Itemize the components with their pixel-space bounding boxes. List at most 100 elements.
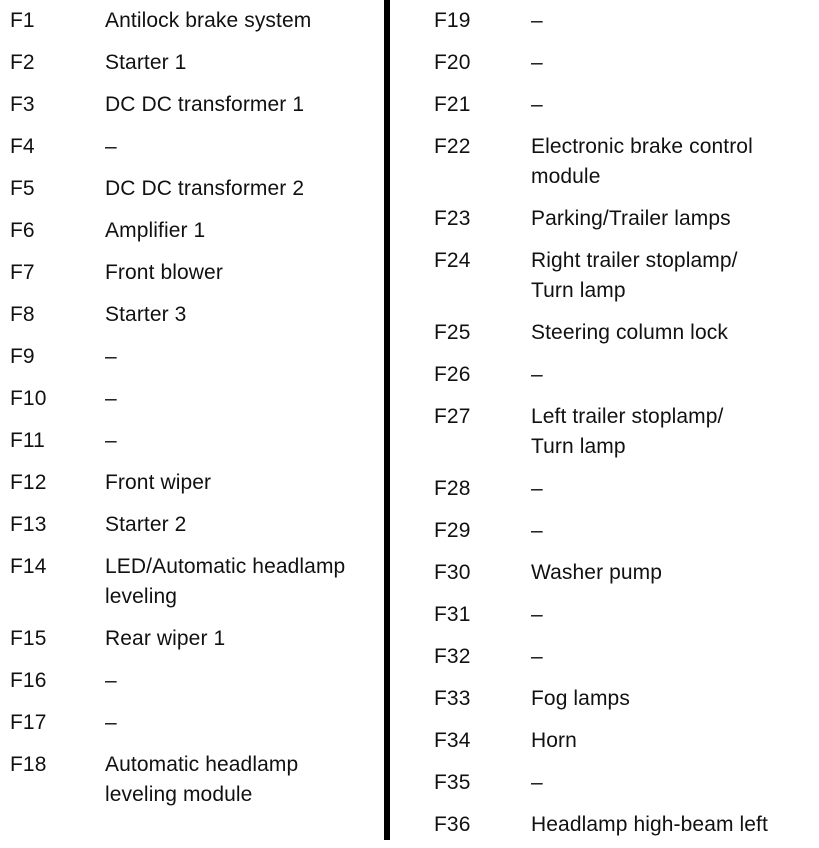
fuse-description: Antilock brake system	[105, 9, 312, 32]
fuse-label: F36	[434, 813, 471, 836]
fuse-row: F34 Horn	[424, 720, 814, 762]
fuse-label: F17	[10, 711, 47, 734]
fuse-description: Starter 2	[105, 513, 187, 536]
fuse-description: –	[105, 669, 117, 692]
fuse-description: –	[105, 345, 117, 368]
fuse-description: –	[105, 387, 117, 410]
fuse-label: F28	[434, 477, 471, 500]
fuse-label: F1	[10, 9, 35, 32]
fuse-label: F26	[434, 363, 471, 386]
fuse-label: F5	[10, 177, 35, 200]
fuse-description: Parking/Trailer lamps	[531, 207, 731, 230]
fuse-description: Starter 3	[105, 303, 187, 326]
fuse-description: –	[105, 711, 117, 734]
fuse-label: F12	[10, 471, 47, 494]
fuse-description: –	[531, 477, 543, 500]
fuse-row: F12 Front wiper	[0, 462, 378, 504]
fuse-row: F3 DC DC transformer 1	[0, 84, 378, 126]
column-divider	[384, 0, 390, 840]
fuse-description: Front wiper	[105, 471, 212, 494]
fuse-label: F4	[10, 135, 35, 158]
fuse-description: –	[531, 603, 543, 626]
fuse-description: –	[531, 9, 543, 32]
fuse-description: Rear wiper 1	[105, 627, 226, 650]
fuse-list-left: F1 Antilock brake system F2 Starter 1 F3 DC D…	[0, 0, 378, 816]
fuse-row: F28 –	[424, 468, 814, 510]
fuse-row: F13 Starter 2	[0, 504, 378, 546]
fuse-row: F25 Steering column lock	[424, 312, 814, 354]
fuse-row: F5 DC DC transformer 2	[0, 168, 378, 210]
fuse-row: F18 Automatic headlamp leveling module	[0, 744, 378, 816]
fuse-label: F2	[10, 51, 35, 74]
fuse-label: F27	[434, 405, 471, 428]
fuse-row: F9 –	[0, 336, 378, 378]
fuse-label: F18	[10, 753, 47, 776]
fuse-row: F36 Headlamp high-beam left	[424, 804, 814, 846]
fuse-description: Horn	[531, 729, 577, 752]
fuse-row: F32 –	[424, 636, 814, 678]
fuse-description: Right trailer stoplamp/ Turn lamp	[531, 249, 738, 302]
fuse-description: Starter 1	[105, 51, 187, 74]
fuse-row: F35 –	[424, 762, 814, 804]
fuse-row: F23 Parking/Trailer lamps	[424, 198, 814, 240]
fuse-label: F35	[434, 771, 471, 794]
fuse-description: Headlamp high-beam left	[531, 813, 768, 836]
fuse-row: F8 Starter 3	[0, 294, 378, 336]
fuse-description: Front blower	[105, 261, 223, 284]
fuse-label: F9	[10, 345, 35, 368]
fuse-row: F10 –	[0, 378, 378, 420]
fuse-description: –	[531, 645, 543, 668]
fuse-label: F30	[434, 561, 471, 584]
fuse-label: F7	[10, 261, 35, 284]
fuse-row: F20 –	[424, 42, 814, 84]
fuse-label: F31	[434, 603, 471, 626]
fuse-label: F16	[10, 669, 47, 692]
fuse-description: Amplifier 1	[105, 219, 206, 242]
fuse-row: F19 –	[424, 0, 814, 42]
fuse-label: F22	[434, 135, 471, 158]
fuse-row: F33 Fog lamps	[424, 678, 814, 720]
fuse-label: F24	[434, 249, 471, 272]
fuse-row: F17 –	[0, 702, 378, 744]
fuse-description: Left trailer stoplamp/ Turn lamp	[531, 405, 724, 458]
fuse-description: Automatic headlamp leveling module	[105, 753, 299, 806]
fuse-label: F10	[10, 387, 47, 410]
fuse-description: Electronic brake control module	[531, 135, 753, 188]
fuse-label: F3	[10, 93, 35, 116]
fuse-description: –	[531, 771, 543, 794]
fuse-row: F6 Amplifier 1	[0, 210, 378, 252]
fuse-label: F34	[434, 729, 471, 752]
fuse-description: –	[531, 51, 543, 74]
fuse-row: F14 LED/Automatic headlamp leveling	[0, 546, 378, 618]
fuse-row: F22 Electronic brake control module	[424, 126, 814, 198]
fuse-description: –	[105, 135, 117, 158]
fuse-description: Fog lamps	[531, 687, 630, 710]
fuse-row: F2 Starter 1	[0, 42, 378, 84]
fuse-row: F7 Front blower	[0, 252, 378, 294]
fuse-label: F21	[434, 93, 471, 116]
fuse-label: F25	[434, 321, 471, 344]
fuse-description: DC DC transformer 2	[105, 177, 305, 200]
fuse-row: F24 Right trailer stoplamp/ Turn lamp	[424, 240, 814, 312]
fuse-label: F8	[10, 303, 35, 326]
fuse-description: –	[105, 429, 117, 452]
fuse-list-right: F19 – F20 – F21 – F22 Electronic brake control …	[424, 0, 814, 846]
fuse-label: F11	[10, 429, 45, 452]
fuse-label: F15	[10, 627, 47, 650]
fuse-row: F31 –	[424, 594, 814, 636]
fuse-label: F33	[434, 687, 471, 710]
fuse-description: DC DC transformer 1	[105, 93, 305, 116]
fuse-row: F1 Antilock brake system	[0, 0, 378, 42]
fuse-row: F21 –	[424, 84, 814, 126]
fuse-legend-page: F1 Antilock brake system F2 Starter 1 F3 DC D…	[0, 0, 819, 848]
fuse-row: F4 –	[0, 126, 378, 168]
fuse-label: F20	[434, 51, 471, 74]
fuse-row: F26 –	[424, 354, 814, 396]
fuse-description: Washer pump	[531, 561, 663, 584]
fuse-label: F6	[10, 219, 35, 242]
fuse-description: LED/Automatic headlamp leveling	[105, 555, 346, 608]
fuse-description: –	[531, 363, 543, 386]
fuse-label: F23	[434, 207, 471, 230]
fuse-label: F29	[434, 519, 471, 542]
fuse-label: F13	[10, 513, 47, 536]
